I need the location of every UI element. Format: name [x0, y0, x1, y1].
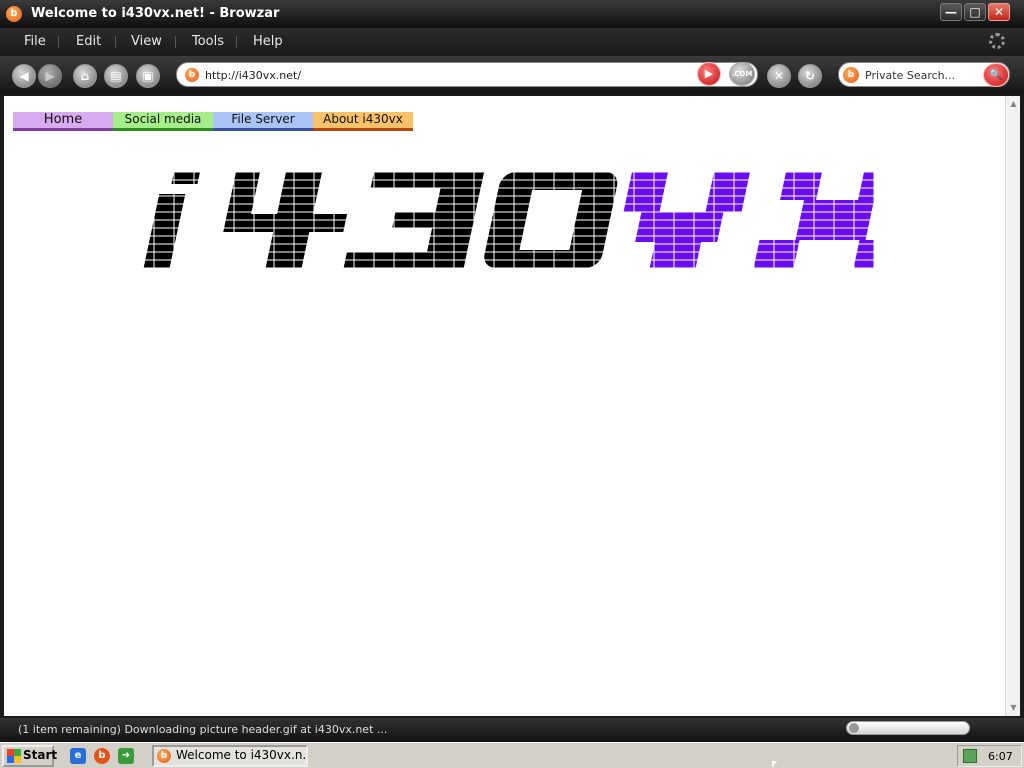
page-content: Home Social media File Server About i430… [4, 96, 1005, 716]
search-box[interactable]: b 🔍 [838, 62, 1010, 87]
internet-explorer-icon[interactable]: e [70, 748, 86, 764]
network-icon[interactable] [963, 749, 977, 763]
maximize-button[interactable]: □ [964, 3, 986, 21]
back-button[interactable]: ◀ [12, 64, 36, 88]
menu-bar: File Edit View Tools Help [0, 28, 1024, 56]
scroll-down-arrow-icon[interactable]: ▼ [1007, 701, 1020, 715]
browzar-task-icon: b [157, 749, 171, 763]
stop-button[interactable]: ✕ [767, 64, 791, 88]
system-tray: 6:07 [957, 745, 1022, 767]
url-input[interactable] [205, 67, 695, 83]
show-desktop-icon[interactable]: ➜ [118, 748, 134, 764]
search-engine-icon[interactable]: b [843, 67, 859, 83]
site-nav-about[interactable]: About i430vx [313, 112, 413, 131]
menu-file[interactable]: File [24, 34, 46, 49]
title-bar[interactable]: b Welcome to i430vx.net! - Browzar — □ ✕ [0, 0, 1024, 28]
site-nav-file-server[interactable]: File Server [213, 112, 313, 131]
zoom-slider[interactable] [846, 721, 970, 735]
print-button[interactable]: ▤ [104, 64, 128, 88]
zoom-slider-thumb[interactable] [849, 723, 859, 733]
site-favicon-icon: b [185, 68, 199, 82]
menu-view[interactable]: View [131, 34, 162, 49]
clock: 6:07 [988, 750, 1013, 763]
taskbar-window-button[interactable]: b Welcome to i430vx.n... [152, 745, 308, 767]
site-nav-home[interactable]: Home [13, 112, 113, 131]
scroll-up-arrow-icon[interactable]: ▲ [1007, 97, 1020, 111]
dot-com-button[interactable]: .COM [729, 62, 755, 86]
menu-tools[interactable]: Tools [192, 34, 224, 49]
status-bar: (1 item remaining) Downloading picture h… [0, 718, 1024, 742]
minimize-button[interactable]: — [940, 3, 962, 21]
windows-logo-icon [7, 749, 21, 763]
menu-separator [115, 36, 116, 48]
search-button[interactable]: 🔍 [983, 63, 1009, 87]
vertical-scrollbar[interactable]: ▲ ▼ [1005, 96, 1020, 716]
site-nav: Home Social media File Server About i430… [13, 112, 413, 131]
loading-spinner-icon [989, 33, 1005, 49]
close-button[interactable]: ✕ [988, 3, 1010, 21]
menu-separator [236, 36, 237, 48]
window-title: Welcome to i430vx.net! - Browzar [31, 6, 280, 21]
menu-edit[interactable]: Edit [76, 34, 101, 49]
site-nav-social-media[interactable]: Social media [113, 112, 213, 131]
browzar-app-icon[interactable]: b [6, 6, 22, 22]
status-text: (1 item remaining) Downloading picture h… [18, 723, 388, 736]
go-button[interactable]: ▶ [697, 62, 721, 86]
menu-separator [58, 36, 59, 48]
start-label: Start [23, 748, 58, 762]
address-bar[interactable]: b [176, 62, 758, 87]
start-button[interactable]: Start [2, 745, 58, 767]
taskbar-window-label: Welcome to i430vx.n... [176, 748, 308, 762]
browzar-quicklaunch-icon[interactable]: b [94, 748, 110, 764]
mouse-cursor [772, 761, 777, 768]
menu-help[interactable]: Help [253, 34, 283, 49]
taskbar: Start e b ➜ b Welcome to i430vx.n... 6:0… [0, 742, 1024, 768]
refresh-button[interactable]: ↻ [798, 64, 822, 88]
home-button[interactable]: ⌂ [73, 64, 97, 88]
search-input[interactable] [865, 68, 975, 83]
site-logo [134, 172, 874, 272]
menu-separator [175, 36, 176, 48]
forward-button[interactable]: ▶ [38, 64, 62, 88]
history-button[interactable]: ▣ [136, 64, 160, 88]
browser-window: b Welcome to i430vx.net! - Browzar — □ ✕… [0, 0, 1024, 742]
